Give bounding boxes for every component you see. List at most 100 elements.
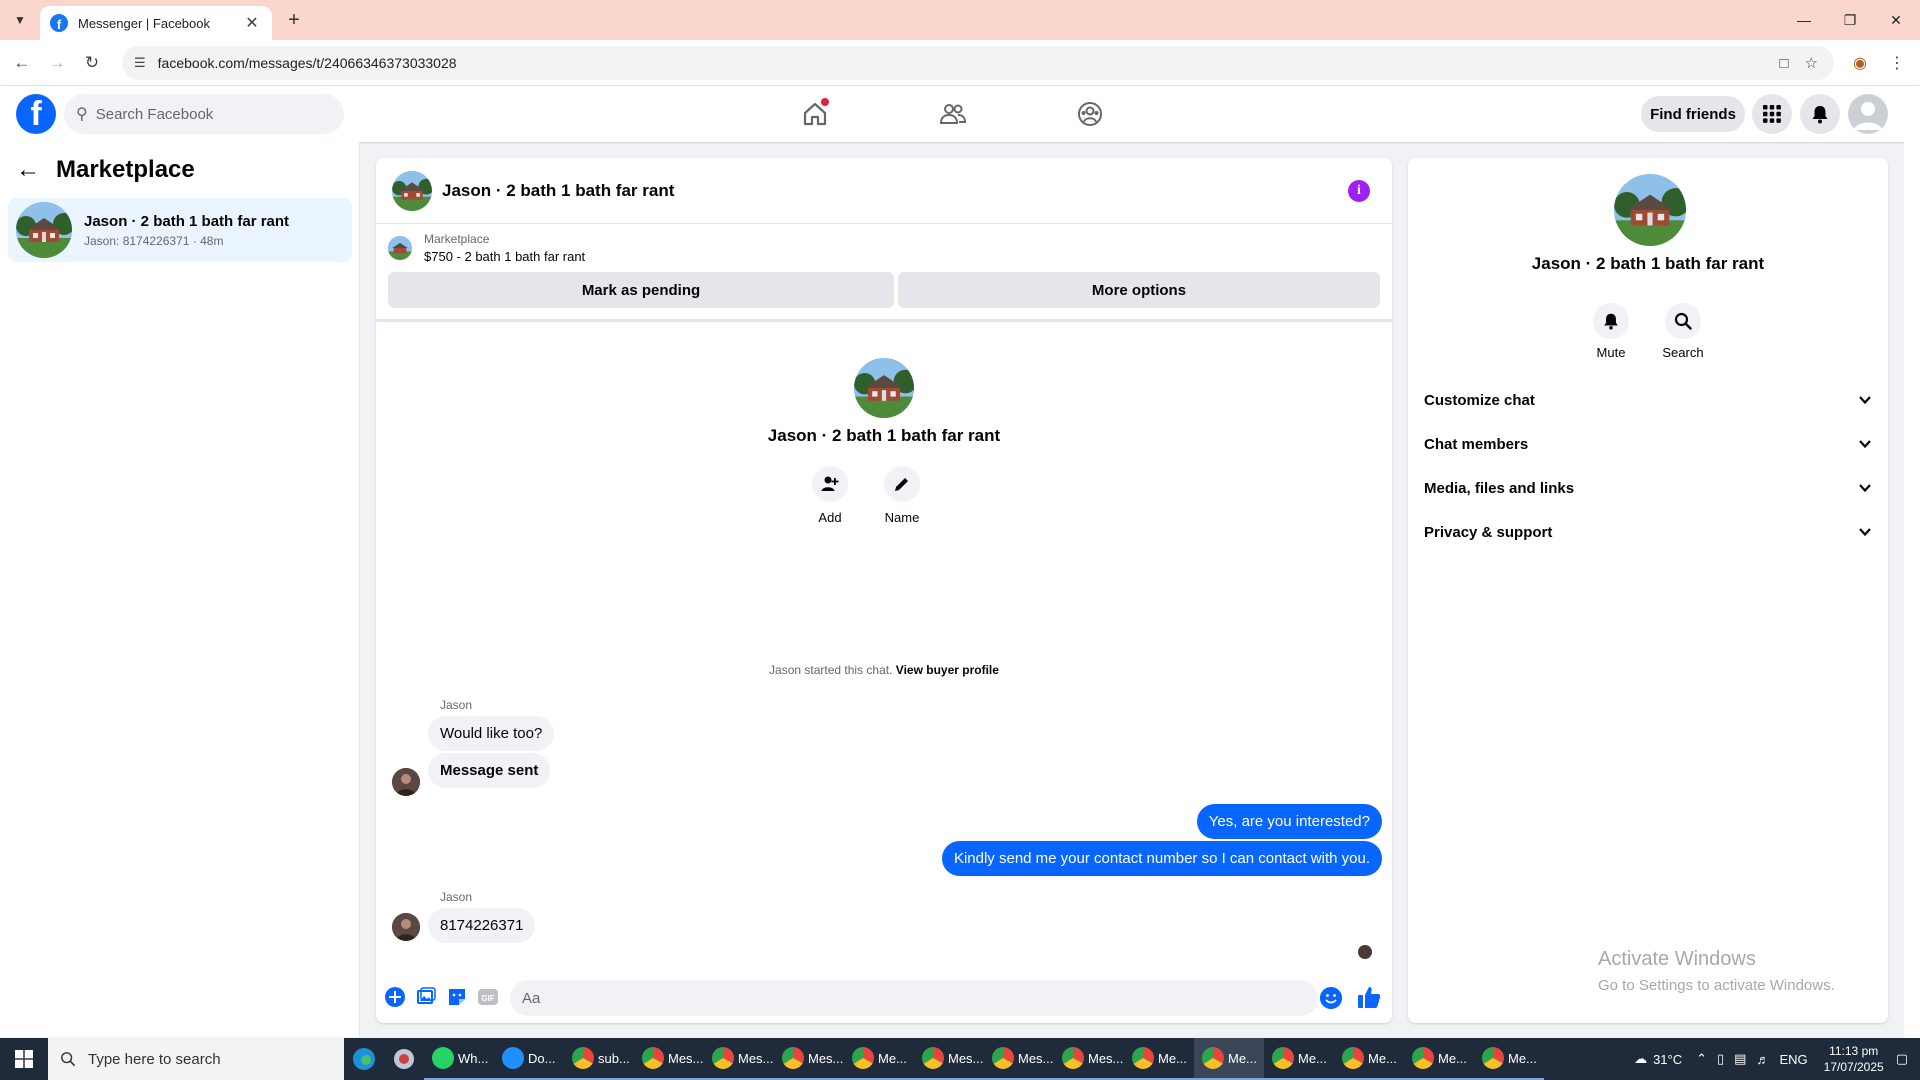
taskbar-item[interactable]: Do... <box>494 1038 564 1080</box>
tab-close-icon[interactable]: ✕ <box>242 13 262 33</box>
restore-icon[interactable]: ❐ <box>1830 8 1870 32</box>
sticker-icon[interactable] <box>446 986 468 1008</box>
more-options-button[interactable]: More options <box>898 272 1380 308</box>
account-avatar[interactable] <box>1848 94 1888 134</box>
incoming-message[interactable]: Would like too? <box>428 716 555 751</box>
tab-title: Messenger | Facebook <box>78 15 210 31</box>
sender-avatar[interactable] <box>392 768 420 796</box>
back-arrow-icon[interactable]: ← <box>16 156 40 184</box>
notification-center-icon[interactable]: ▢ <box>1896 1051 1908 1067</box>
chrome-icon <box>1482 1047 1504 1069</box>
chevron-down-icon <box>1859 440 1871 449</box>
menu-grid-icon[interactable] <box>1752 94 1792 134</box>
chat-header[interactable]: Jason · 2 bath 1 bath far rant i <box>376 158 1392 224</box>
taskbar-item[interactable]: Me... <box>1474 1038 1544 1080</box>
mute-button[interactable]: Mute <box>1581 303 1641 360</box>
taskbar-item[interactable]: Me... <box>1124 1038 1194 1080</box>
home-icon[interactable] <box>795 94 835 134</box>
thumbs-up-icon[interactable] <box>1356 984 1382 1010</box>
taskbar-item[interactable]: Me... <box>1264 1038 1334 1080</box>
edge-icon[interactable] <box>344 1038 384 1080</box>
read-receipt-avatar <box>1358 945 1372 959</box>
taskbar-item[interactable]: Me... <box>1404 1038 1474 1080</box>
sender-avatar[interactable] <box>392 913 420 941</box>
find-friends-button[interactable]: Find friends <box>1641 96 1745 132</box>
emoji-icon[interactable] <box>1320 987 1342 1009</box>
view-buyer-profile-link[interactable]: View buyer profile <box>896 663 999 677</box>
battery-icon[interactable]: ▯ <box>1717 1051 1724 1067</box>
accordion-media-files-links[interactable]: Media, files and links <box>1424 468 1872 508</box>
site-info-icon[interactable]: ☰ <box>134 55 146 71</box>
edit-name-button[interactable]: Name <box>884 466 920 525</box>
taskbar-item[interactable]: Mes... <box>1054 1038 1124 1080</box>
browser-tab-messenger[interactable]: f Messenger | Facebook ✕ <box>40 6 272 40</box>
taskbar-search[interactable] <box>48 1038 344 1080</box>
accordion-chat-members[interactable]: Chat members <box>1424 424 1872 464</box>
search-in-chat-button[interactable]: Search <box>1653 303 1713 360</box>
profile-icon[interactable]: ◉ <box>1848 51 1872 75</box>
app-icon[interactable] <box>384 1038 424 1080</box>
show-hidden-icons-icon[interactable]: ⌃ <box>1696 1051 1707 1067</box>
language-indicator[interactable]: ENG <box>1779 1052 1807 1067</box>
taskbar-search-input[interactable] <box>88 1050 248 1068</box>
bookmark-star-icon[interactable]: ☆ <box>1805 54 1818 72</box>
forward-arrow-icon[interactable]: → <box>45 51 69 75</box>
taskbar-item[interactable]: Me... <box>844 1038 914 1080</box>
taskbar-item[interactable]: Mes... <box>984 1038 1054 1080</box>
weather-icon[interactable]: ☁ <box>1634 1051 1647 1067</box>
groups-icon[interactable] <box>1070 94 1110 134</box>
facebook-search[interactable]: ⚲ <box>64 94 344 134</box>
install-app-icon[interactable]: □ <box>1779 55 1788 72</box>
add-people-button[interactable]: Add <box>812 466 848 525</box>
windows-start-icon[interactable] <box>0 1038 48 1080</box>
taskbar-item[interactable]: Mes... <box>914 1038 984 1080</box>
outgoing-message[interactable]: Yes, are you interested? <box>1196 804 1382 839</box>
chevron-down-icon <box>1859 484 1871 493</box>
intro-name: Jason · 2 bath 1 bath far rant <box>767 426 1001 445</box>
taskbar-item-label: sub... <box>598 1050 630 1066</box>
chrome-icon <box>852 1047 874 1069</box>
taskbar-item[interactable]: Mes... <box>704 1038 774 1080</box>
friends-icon[interactable] <box>933 94 973 134</box>
minimize-icon[interactable]: — <box>1784 8 1824 32</box>
mark-as-pending-button[interactable]: Mark as pending <box>388 272 894 308</box>
facebook-logo-icon[interactable]: f <box>16 94 56 134</box>
conversation-item[interactable]: Jason · 2 bath 1 bath far rant Jason: 81… <box>8 198 352 262</box>
facebook-search-input[interactable] <box>95 105 316 123</box>
taskbar-item[interactable]: Mes... <box>634 1038 704 1080</box>
reload-icon[interactable]: ↻ <box>80 51 104 75</box>
photo-icon[interactable] <box>415 986 437 1008</box>
message-input[interactable] <box>510 980 1318 1016</box>
plus-circle-icon[interactable] <box>384 986 406 1008</box>
notifications-bell-icon[interactable] <box>1800 94 1840 134</box>
listing-summary[interactable]: Marketplace $750 - 2 bath 1 bath far ran… <box>388 232 585 264</box>
temperature[interactable]: 31°C <box>1653 1052 1682 1067</box>
back-arrow-icon[interactable]: ← <box>10 51 34 75</box>
taskbar-clock[interactable]: 11:13 pm 17/07/2025 <box>1824 1043 1884 1075</box>
taskbar-item[interactable]: Me... <box>1194 1038 1264 1080</box>
started-text: Jason started this chat. <box>769 663 893 677</box>
close-window-icon[interactable]: ✕ <box>1876 8 1916 32</box>
network-icon[interactable]: ▤ <box>1734 1051 1746 1067</box>
outgoing-message[interactable]: Kindly send me your contact number so I … <box>941 841 1382 876</box>
taskbar-item[interactable]: Me... <box>1334 1038 1404 1080</box>
taskbar-item[interactable]: sub... <box>564 1038 634 1080</box>
taskbar-item[interactable]: Mes... <box>774 1038 844 1080</box>
page-scrollbar[interactable] <box>1904 86 1920 1038</box>
watermark-title: Activate Windows <box>1598 948 1756 970</box>
conversation-info-icon[interactable]: i <box>1348 180 1370 202</box>
chrome-icon <box>1062 1047 1084 1069</box>
url-text[interactable]: facebook.com/messages/t/2406634637303302… <box>158 55 1780 71</box>
tab-search-chevron-icon[interactable]: ▼ <box>8 8 32 32</box>
gif-icon[interactable]: GIF <box>477 986 499 1008</box>
kebab-menu-icon[interactable]: ⋮ <box>1885 51 1909 75</box>
chat-header-name: Jason · 2 bath 1 bath far rant <box>442 180 675 200</box>
accordion-privacy-support[interactable]: Privacy & support <box>1424 512 1872 552</box>
taskbar-item[interactable]: Wh... <box>424 1038 494 1080</box>
volume-icon[interactable]: ♬ <box>1756 1052 1769 1067</box>
incoming-message[interactable]: 8174226371 <box>428 908 536 943</box>
incoming-message[interactable]: Message sent <box>428 753 551 788</box>
new-tab-button[interactable]: + <box>282 8 306 32</box>
accordion-customize-chat[interactable]: Customize chat <box>1424 380 1872 420</box>
address-bar[interactable]: ☰ facebook.com/messages/t/24066346373033… <box>122 46 1834 80</box>
